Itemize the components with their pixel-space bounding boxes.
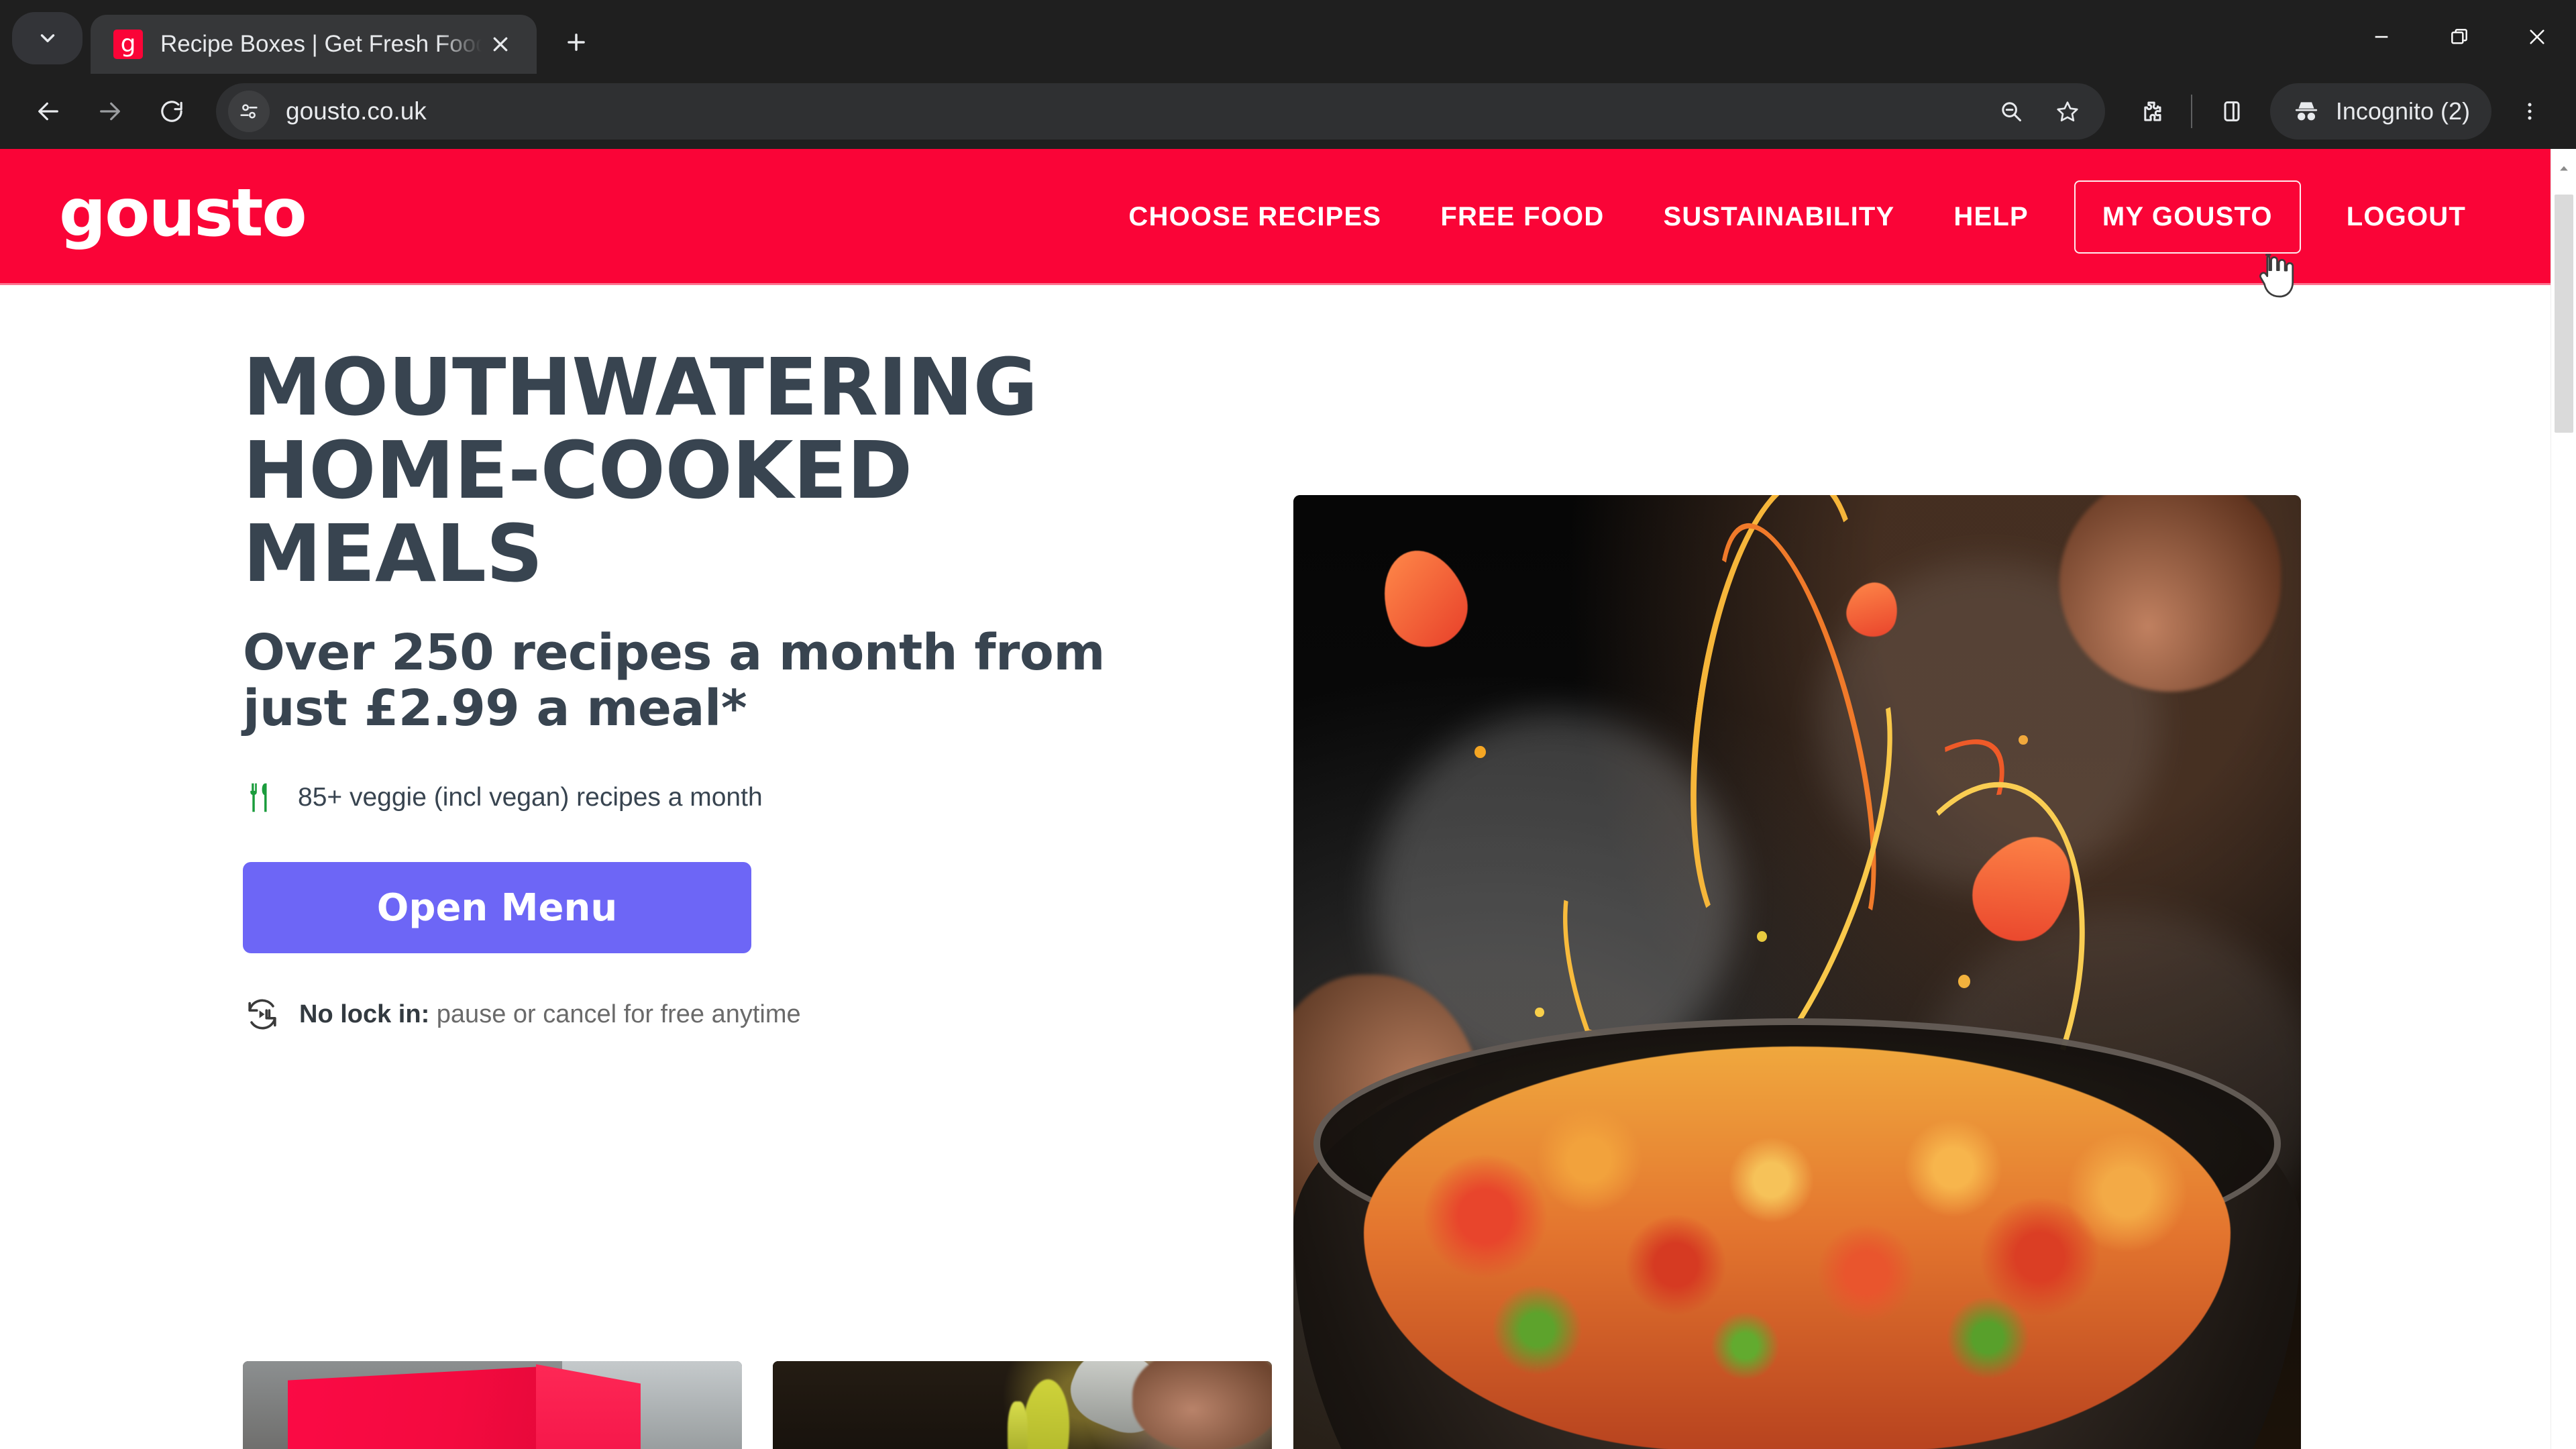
- hero-image-art: [1293, 495, 2301, 1449]
- nav-item-choose-recipes[interactable]: CHOOSE RECIPES: [1099, 202, 1411, 232]
- fork-knife-icon: [250, 784, 267, 812]
- salad-card[interactable]: [773, 1361, 1272, 1449]
- incognito-hat-icon: [2295, 102, 2318, 121]
- toolbar-right-actions: Incognito (2): [2123, 74, 2559, 148]
- zoom-out-button[interactable]: [1986, 86, 2037, 137]
- page-title: MOUTHWATERING HOME-COOKED MEALS: [243, 341, 1038, 600]
- nav-item-sustainability[interactable]: SUSTAINABILITY: [1633, 202, 1924, 232]
- star-icon: [2057, 101, 2078, 121]
- nav-item-logout[interactable]: LOGOUT: [2317, 202, 2496, 232]
- page-viewport: gousto CHOOSE RECIPES FREE FOOD SUSTAINA…: [0, 149, 2576, 1449]
- omnibox-actions: [1986, 86, 2093, 137]
- site-header: gousto CHOOSE RECIPES FREE FOOD SUSTAINA…: [0, 149, 2576, 285]
- minimize-icon: [2375, 36, 2388, 38]
- scrollbar-up-button[interactable]: [2551, 156, 2576, 181]
- tab-title: Recipe Boxes | Get Fresh Food &: [160, 31, 482, 57]
- favicon-letter: g: [120, 30, 136, 58]
- nav-item-help[interactable]: HELP: [1924, 202, 2057, 232]
- browser-window: g Recipe Boxes | Get Fresh Food & gousto…: [0, 0, 2576, 1449]
- maximize-button[interactable]: [2420, 0, 2498, 74]
- hero-subtitle: Over 250 recipes a month from just £2.99…: [243, 623, 1105, 737]
- browser-tab[interactable]: g Recipe Boxes | Get Fresh Food &: [91, 15, 537, 74]
- no-lock-in-label: No lock in:: [299, 1000, 430, 1028]
- gousto-favicon-icon: g: [113, 30, 143, 59]
- three-dot-menu-icon: [2528, 103, 2532, 120]
- extensions-puzzle-icon: [2144, 101, 2161, 121]
- url-text[interactable]: gousto.co.uk: [286, 97, 427, 125]
- incognito-indicator[interactable]: Incognito (2): [2269, 83, 2491, 140]
- no-lock-in-text: No lock in: pause or cancel for free any…: [299, 1000, 801, 1029]
- scroll-up-arrow-icon: [2560, 166, 2568, 171]
- header-underline: [0, 283, 2576, 285]
- tab-close-button[interactable]: [482, 25, 519, 63]
- extensions-button[interactable]: [2123, 83, 2180, 140]
- no-lock-in-note: No lock in: pause or cancel for free any…: [243, 995, 1202, 1034]
- reload-button[interactable]: [141, 80, 203, 142]
- nav-item-free-food[interactable]: FREE FOOD: [1411, 202, 1633, 232]
- feature-cards: gousto sprinkle & shake: [243, 1361, 1272, 1449]
- veggie-feature-text: 85+ veggie (incl vegan) recipes a month: [298, 783, 763, 812]
- side-panel-icon: [2224, 101, 2240, 121]
- gousto-logo[interactable]: gousto: [59, 180, 307, 246]
- zoom-out-icon: [2002, 102, 2021, 121]
- forward-arrow-icon: [100, 102, 120, 121]
- nav-item-my-gousto[interactable]: MY GOUSTO: [2074, 180, 2301, 254]
- address-bar[interactable]: gousto.co.uk: [216, 83, 2105, 140]
- veggie-feature: 85+ veggie (incl vegan) recipes a month: [243, 780, 1202, 815]
- side-panel-button[interactable]: [2203, 83, 2261, 140]
- back-arrow-icon: [38, 102, 58, 121]
- bookmark-button[interactable]: [2042, 86, 2093, 137]
- plus-icon: [568, 34, 585, 51]
- close-window-button[interactable]: [2498, 0, 2576, 74]
- forward-button[interactable]: [79, 80, 141, 142]
- back-button[interactable]: [17, 80, 79, 142]
- scrollbar-thumb[interactable]: [2555, 195, 2573, 433]
- new-tab-button[interactable]: [550, 16, 602, 68]
- no-lock-in-detail: pause or cancel for free anytime: [429, 1000, 801, 1028]
- pan-illustration: [1293, 1018, 2301, 1449]
- hero-copy: MOUTHWATERING HOME-COOKED MEALS Over 250…: [243, 341, 1202, 1034]
- toolbar-divider: [2190, 95, 2192, 128]
- site-nav: CHOOSE RECIPES FREE FOOD SUSTAINABILITY …: [1099, 180, 2496, 254]
- chevron-down-icon: [40, 34, 54, 42]
- window-controls: [2343, 0, 2576, 74]
- pause-cycle-icon: [248, 999, 276, 1030]
- tab-strip: g Recipe Boxes | Get Fresh Food &: [0, 0, 2576, 74]
- tab-search-button[interactable]: [12, 12, 83, 64]
- page-scrollbar[interactable]: [2551, 149, 2576, 1449]
- incognito-label: Incognito (2): [2335, 97, 2470, 125]
- close-icon: [2530, 30, 2544, 44]
- reload-icon: [161, 101, 182, 122]
- minimize-button[interactable]: [2343, 0, 2420, 74]
- site-info-button[interactable]: [228, 91, 270, 132]
- close-icon: [493, 37, 508, 52]
- hero-image: [1293, 495, 2301, 1449]
- tune-icon: [240, 104, 258, 119]
- browser-toolbar: gousto.co.uk Incognito (2): [0, 74, 2576, 149]
- restore-icon: [2451, 29, 2467, 44]
- open-menu-button[interactable]: Open Menu: [243, 862, 751, 954]
- gousto-box-card[interactable]: gousto sprinkle & shake: [243, 1361, 742, 1449]
- browser-menu-button[interactable]: [2501, 74, 2559, 148]
